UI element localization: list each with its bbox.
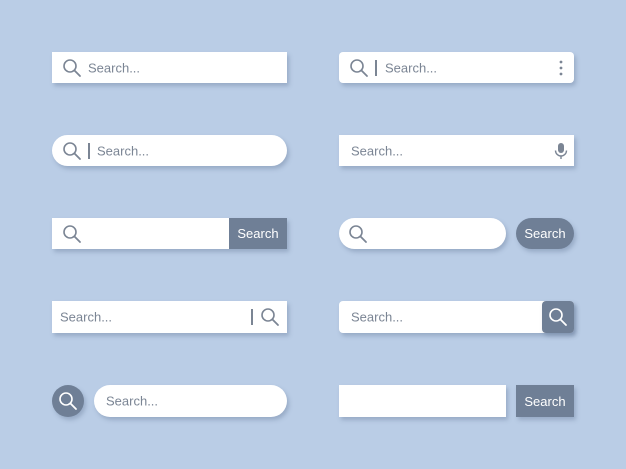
search-bar-4[interactable]: Search...	[339, 135, 574, 166]
microphone-icon[interactable]	[551, 141, 571, 161]
search-input[interactable]: Search...	[88, 60, 140, 75]
search-bar-2[interactable]: Search...	[339, 52, 574, 83]
more-options-icon[interactable]	[551, 58, 571, 78]
search-input[interactable]: Search...	[351, 143, 403, 158]
search-icon[interactable]	[348, 224, 368, 244]
search-icon[interactable]	[260, 307, 280, 327]
search-input[interactable]: Search...	[351, 310, 403, 325]
search-icon[interactable]	[62, 224, 82, 244]
search-button[interactable]	[52, 385, 84, 417]
text-cursor	[88, 142, 90, 159]
search-button[interactable]	[542, 301, 574, 333]
search-button[interactable]: Search	[516, 218, 574, 249]
search-bar-1[interactable]: Search...	[52, 52, 287, 83]
search-icon	[58, 391, 78, 411]
search-bar-10[interactable]	[339, 385, 506, 417]
search-button[interactable]: Search	[516, 385, 574, 417]
search-icon[interactable]	[62, 141, 82, 161]
search-input[interactable]: Search...	[385, 60, 437, 75]
text-cursor	[251, 309, 253, 325]
search-button[interactable]: Search	[229, 218, 287, 249]
search-bar-9[interactable]: Search...	[94, 385, 287, 417]
search-input[interactable]: Search...	[106, 394, 158, 409]
search-bar-3[interactable]: Search...	[52, 135, 287, 166]
text-cursor	[375, 59, 377, 76]
search-icon[interactable]	[349, 58, 369, 78]
search-bar-7[interactable]: Search...	[52, 301, 287, 333]
search-icon[interactable]	[62, 58, 82, 78]
search-bar-8[interactable]: Search...	[339, 301, 574, 333]
search-bar-6[interactable]	[339, 218, 506, 249]
search-icon	[548, 307, 568, 327]
search-input[interactable]: Search...	[60, 310, 112, 325]
search-input[interactable]: Search...	[97, 143, 149, 158]
